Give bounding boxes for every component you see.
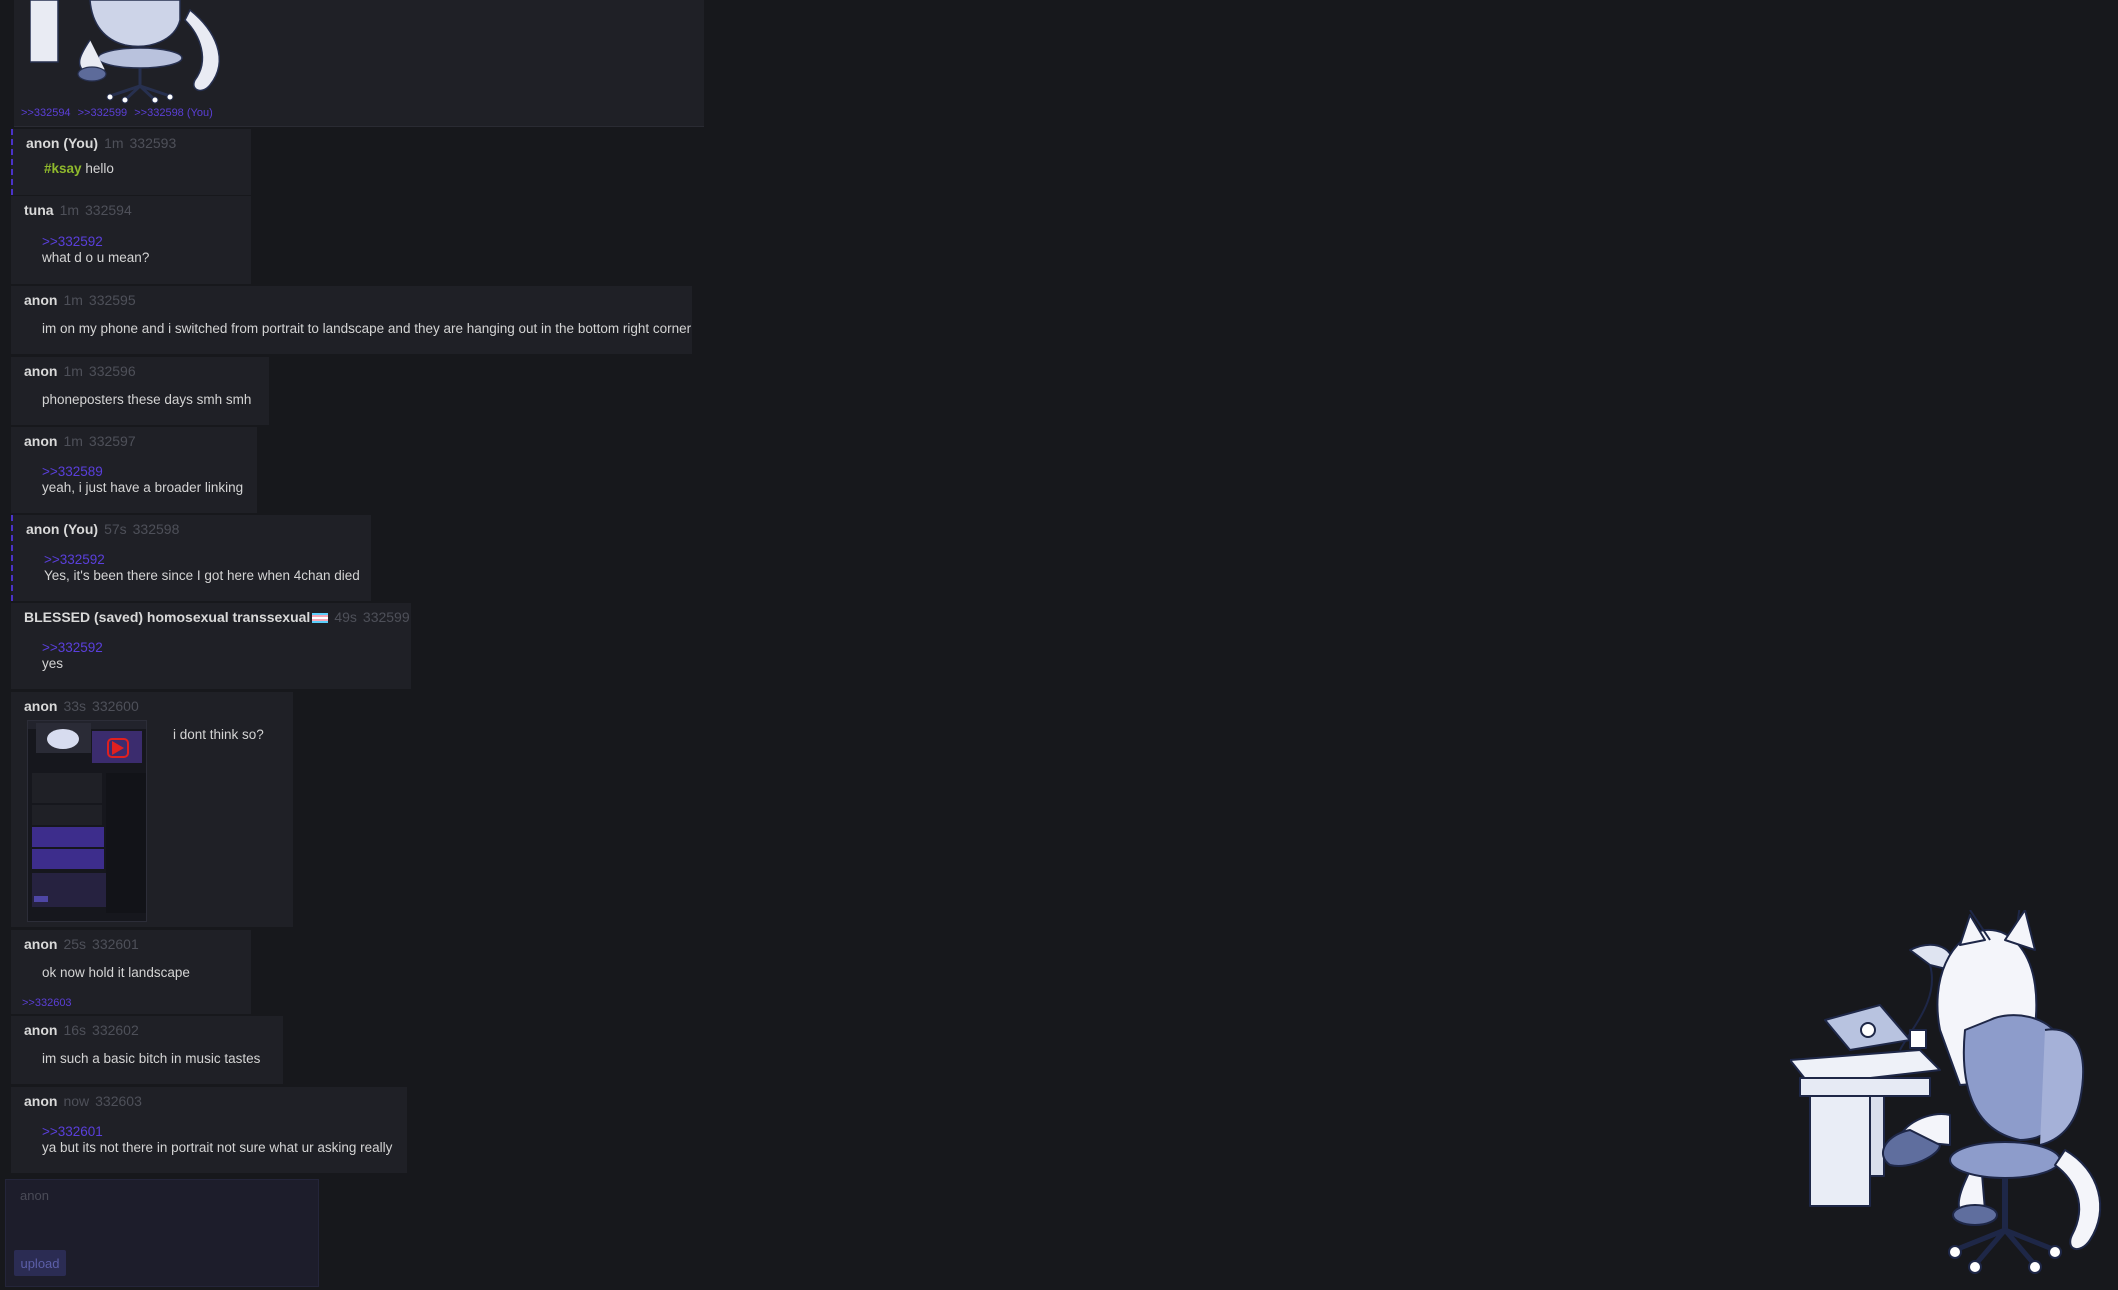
post: anon (You) 57s 332598 >>332592 Yes, it's b…: [11, 515, 371, 601]
post-id[interactable]: 332593: [130, 135, 177, 151]
backlinks: >>332594 >>332599 >>332598 (You): [21, 107, 217, 119]
post-text: hello: [85, 161, 114, 176]
post-text: Yes, it's been there since I got here wh…: [44, 568, 360, 583]
top-post: >>332594 >>332599 >>332598 (You): [14, 0, 704, 127]
post-time: 1m: [63, 292, 83, 308]
poster-name: anon (You): [26, 521, 99, 537]
quote-link[interactable]: >>332592: [42, 234, 103, 249]
mascot-illustration: [1790, 910, 2102, 1274]
poster-name: anon: [24, 698, 58, 714]
backlink[interactable]: >>332598 (You): [134, 107, 213, 119]
poster-name: tuna: [24, 202, 54, 218]
post-id[interactable]: 332600: [92, 698, 139, 714]
post-id[interactable]: 332603: [95, 1093, 142, 1109]
quote-link[interactable]: >>332592: [44, 552, 105, 567]
post-text: im on my phone and i switched from portr…: [42, 321, 692, 336]
post: anon 16s 332602 im such a basic bitch in m…: [11, 1016, 283, 1084]
mascot-image-partial[interactable]: [30, 0, 240, 104]
thumbnail-image: [28, 721, 146, 921]
post: tuna 1m 332594 >>332592 what d o u mean?: [11, 196, 251, 284]
post-time: 33s: [63, 698, 87, 714]
screenshot-thumbnail[interactable]: [27, 720, 147, 922]
poster-name: anon: [24, 433, 58, 449]
post-text: im such a basic bitch in music tastes: [42, 1051, 261, 1066]
backlink[interactable]: >>332594: [21, 107, 71, 119]
post-id[interactable]: 332597: [89, 433, 136, 449]
trans-flag-icon: [312, 613, 329, 623]
post-text: phoneposters these days smh smh: [42, 392, 252, 407]
post-text: i dont think so?: [173, 727, 264, 742]
post-text: yes: [42, 656, 64, 671]
post: anon 1m 332595 im on my phone and i switch…: [11, 286, 692, 354]
reply-form[interactable]: anon upload: [5, 1179, 319, 1287]
post-text: yeah, i just have a broader linking: [42, 480, 244, 495]
post-id[interactable]: 332599: [363, 609, 410, 625]
post-body: #ksay hello: [44, 161, 114, 176]
post-text: ya but its not there in portrait not sur…: [42, 1140, 393, 1155]
poster-name: anon: [24, 363, 58, 379]
hashtag[interactable]: #ksay: [44, 161, 82, 176]
post-time: 1m: [63, 363, 83, 379]
post-text: what d o u mean?: [42, 250, 150, 265]
post-time: 57s: [104, 521, 127, 537]
post: anon 33s 332600 i dont think so?: [11, 692, 293, 927]
post-time: 1m: [63, 433, 83, 449]
poster-name: anon: [24, 936, 58, 952]
backlink[interactable]: >>332599: [78, 107, 128, 119]
post: anon 25s 332601 ok now hold it landscape >…: [11, 930, 251, 1014]
poster-name: anon: [24, 292, 58, 308]
poster-name: BLESSED (saved) homosexual transsexual: [24, 609, 311, 625]
poster-name: anon: [24, 1093, 58, 1109]
quote-link[interactable]: >>332592: [42, 640, 103, 655]
post: anon 1m 332596 phoneposters these days smh…: [11, 357, 269, 425]
post-time: 25s: [63, 936, 87, 952]
poster-name: anon: [24, 1022, 58, 1038]
post-id[interactable]: 332595: [89, 292, 136, 308]
post-time: 1m: [104, 135, 124, 151]
quote-link[interactable]: >>332601: [42, 1124, 103, 1139]
post: BLESSED (saved) homosexual transsexual 49…: [11, 603, 411, 689]
backlink[interactable]: >>332603: [22, 997, 72, 1009]
name-field[interactable]: anon: [20, 1188, 49, 1203]
post-id[interactable]: 332598: [133, 521, 180, 537]
post: anon 1m 332597 >>332589 yeah, i just have …: [11, 427, 257, 513]
post-id[interactable]: 332594: [85, 202, 132, 218]
quote-link[interactable]: >>332589: [42, 464, 103, 479]
poster-name: anon (You): [26, 135, 99, 151]
post-time: 49s: [334, 609, 357, 625]
post-text: ok now hold it landscape: [42, 965, 190, 980]
post: anon (You) 1m 332593 #ksay hello: [11, 129, 251, 195]
post-time: 16s: [63, 1022, 87, 1038]
post: anon now 332603 >>332601 ya but its not th…: [11, 1087, 407, 1173]
post-id[interactable]: 332602: [92, 1022, 139, 1038]
upload-button[interactable]: upload: [14, 1250, 66, 1276]
post-time: now: [63, 1093, 90, 1109]
post-id[interactable]: 332601: [92, 936, 139, 952]
post-id[interactable]: 332596: [89, 363, 136, 379]
post-time: 1m: [59, 202, 80, 218]
